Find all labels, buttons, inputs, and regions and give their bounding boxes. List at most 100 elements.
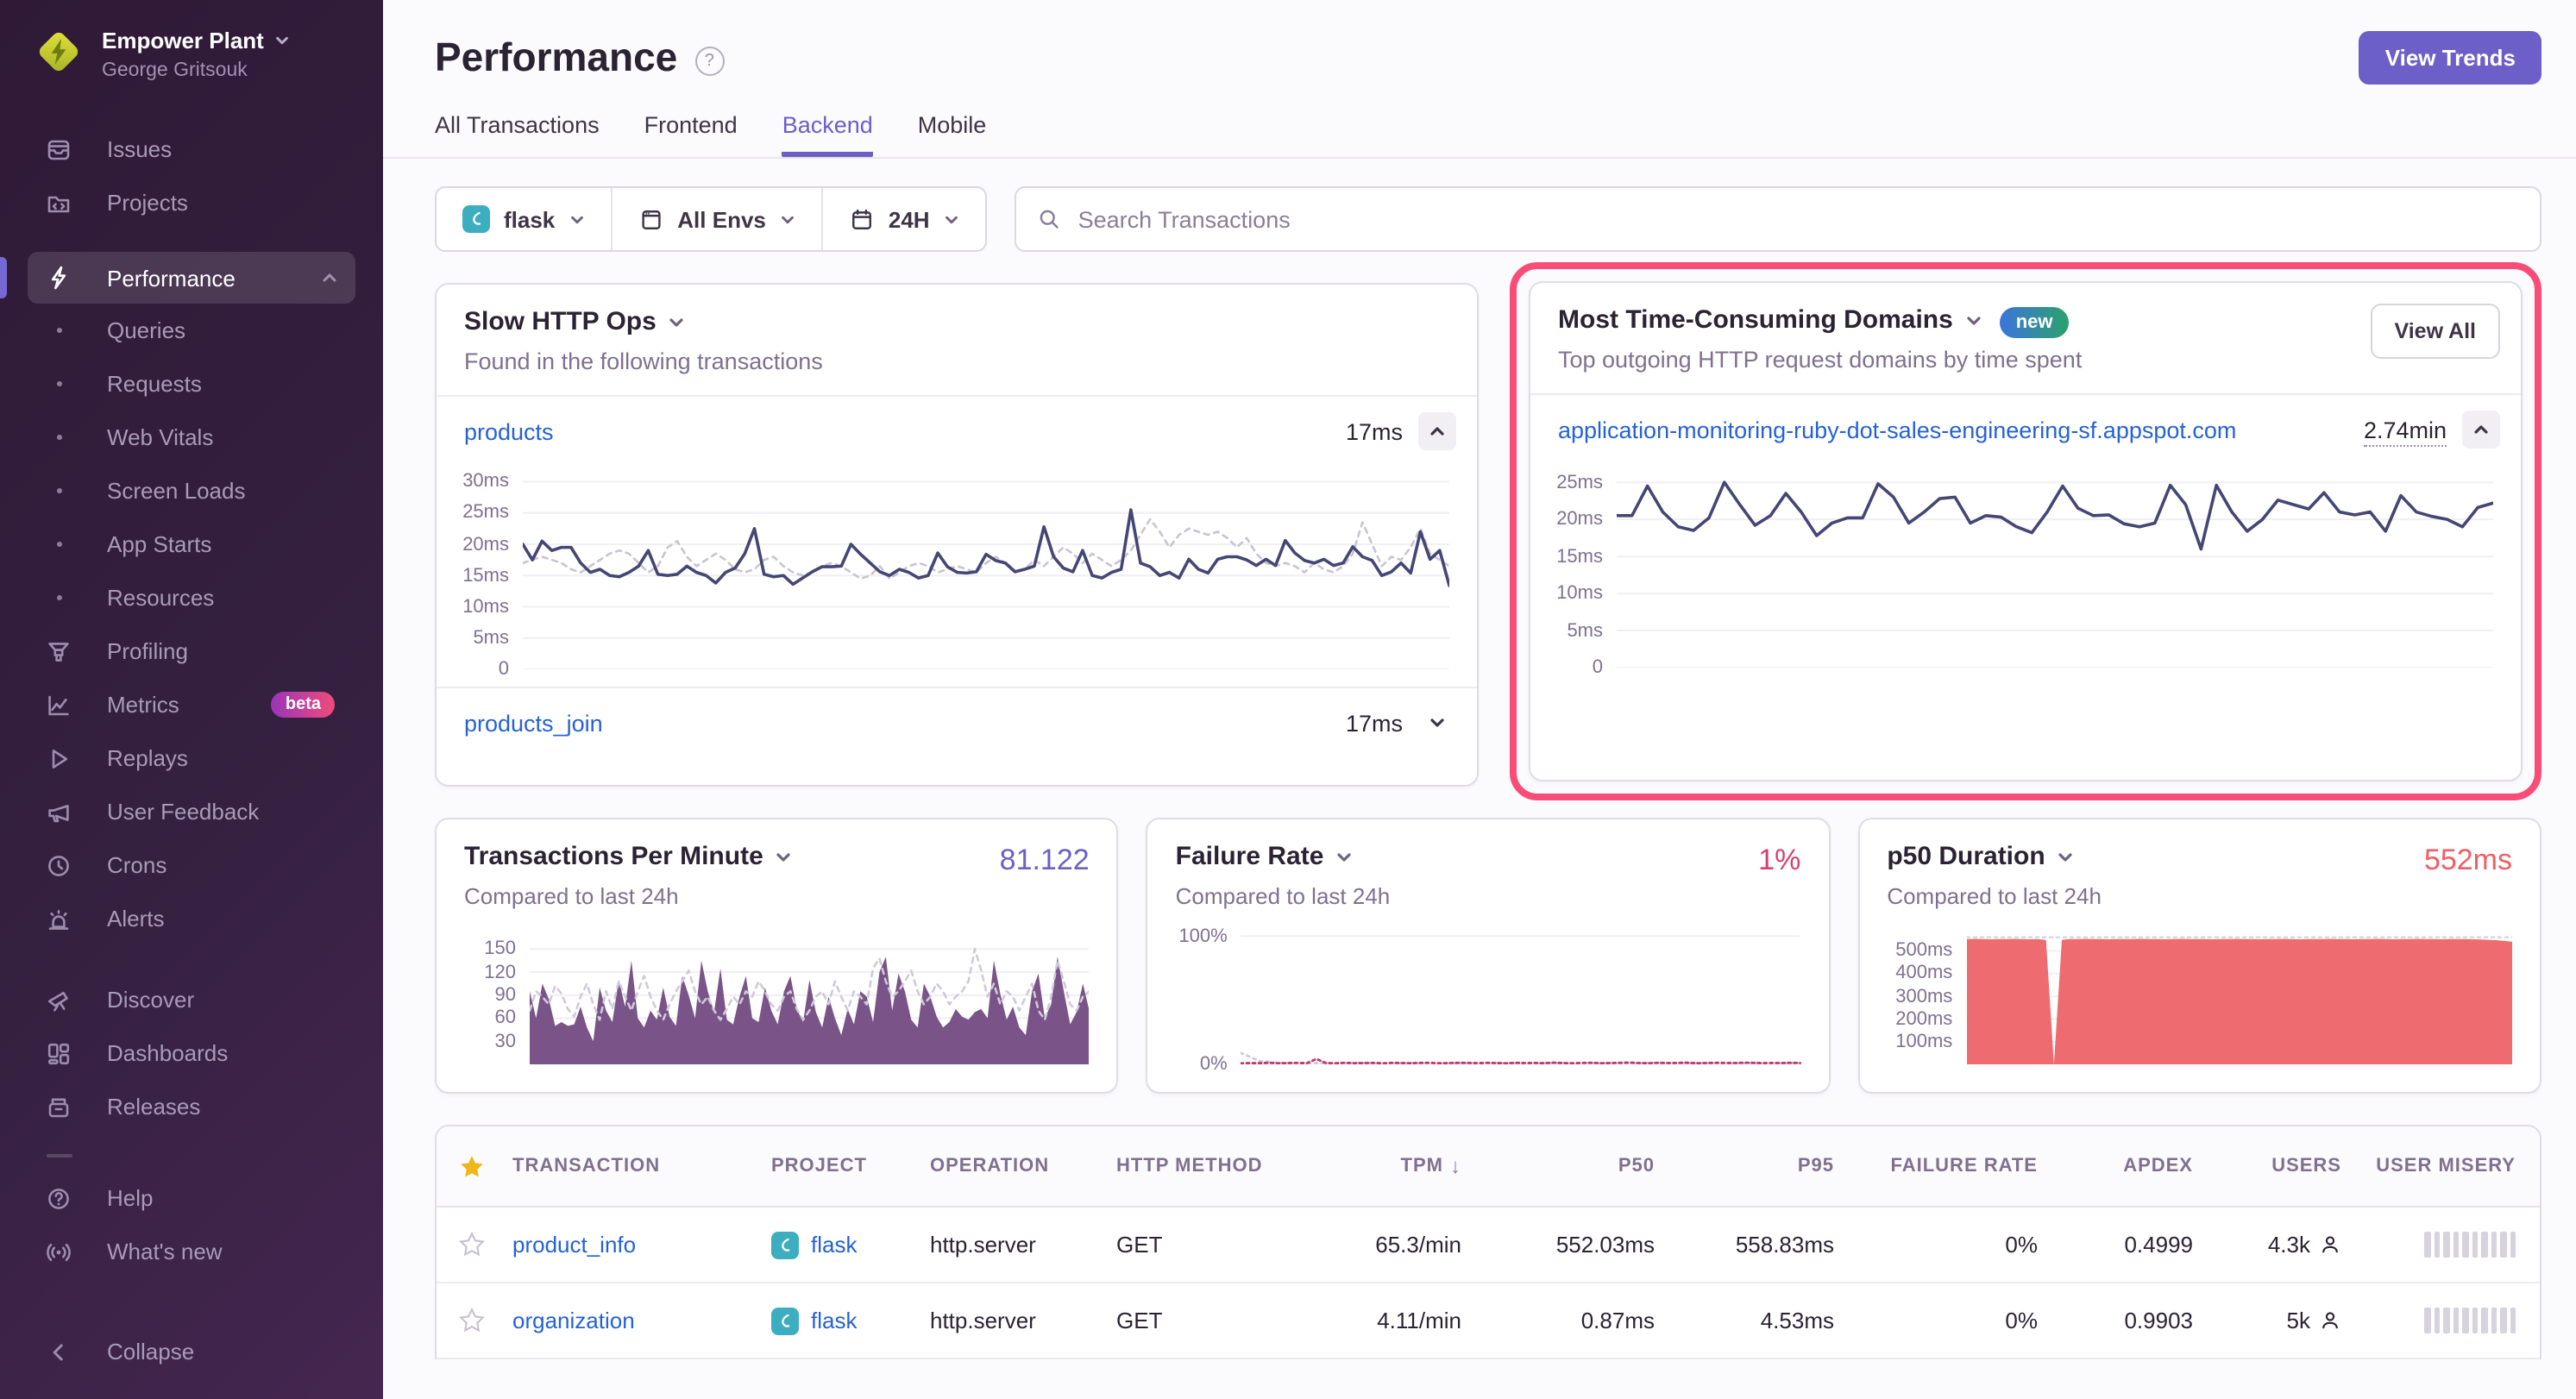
profiling-icon: [45, 637, 72, 665]
failure-rate-title-dropdown[interactable]: Failure Rate: [1176, 842, 1354, 871]
column-header-transaction[interactable]: TRANSACTION: [506, 1156, 764, 1176]
favorite-star-button[interactable]: [437, 1308, 506, 1333]
sidebar-item-label: Queries: [107, 317, 185, 343]
project-cell[interactable]: flask: [764, 1231, 923, 1258]
transaction-link[interactable]: organization: [506, 1308, 764, 1333]
expand-row-button[interactable]: [1418, 704, 1456, 742]
domains-title-dropdown[interactable]: Most Time-Consuming Domains: [1558, 305, 1982, 335]
column-header-p95[interactable]: P95: [1662, 1156, 1841, 1176]
card-title-text: p50 Duration: [1887, 842, 2045, 871]
sidebar-item-dashboards[interactable]: Dashboards: [0, 1026, 383, 1080]
key-transactions-star-icon[interactable]: [437, 1153, 506, 1179]
sidebar-item-crons[interactable]: Crons: [0, 838, 383, 892]
sidebar-item-requests[interactable]: Requests: [0, 357, 383, 411]
tab-frontend[interactable]: Frontend: [644, 112, 738, 157]
bullet-icon: [57, 542, 62, 547]
view-trends-button[interactable]: View Trends: [2359, 31, 2541, 85]
tpm-title-dropdown[interactable]: Transactions Per Minute: [464, 842, 793, 871]
bullet-icon: [57, 595, 62, 600]
sidebar-item-releases[interactable]: Releases: [0, 1080, 383, 1133]
domain-link[interactable]: application-monitoring-ruby-dot-sales-en…: [1558, 417, 2364, 442]
sidebar-item-alerts[interactable]: Alerts: [0, 892, 383, 945]
releases-icon: [45, 1093, 72, 1120]
view-all-button[interactable]: View All: [2371, 304, 2501, 359]
sidebar-item-screen-loads[interactable]: Screen Loads: [0, 464, 383, 518]
help-icon: [45, 1184, 72, 1212]
telescope-icon: [45, 986, 72, 1013]
sort-desc-arrow-icon: ↓: [1450, 1154, 1461, 1178]
column-header-project[interactable]: PROJECT: [764, 1156, 923, 1176]
column-header-operation[interactable]: OPERATION: [923, 1156, 1109, 1176]
transaction-link-products[interactable]: products: [464, 418, 1346, 444]
p50-title-dropdown[interactable]: p50 Duration: [1887, 842, 2074, 871]
chevron-down-icon: [2058, 848, 2075, 865]
broadcast-icon: [45, 1238, 72, 1265]
p50-cell: 0.87ms: [1468, 1308, 1662, 1333]
time-range-dropdown[interactable]: 24H: [821, 188, 985, 250]
sidebar-item-whats-new[interactable]: What's new: [0, 1225, 383, 1278]
sidebar-item-profiling[interactable]: Profiling: [0, 624, 383, 678]
chevron-down-icon: [1429, 714, 1446, 731]
siren-icon: [45, 905, 72, 932]
sidebar-item-label: Requests: [107, 371, 202, 397]
domain-time-spent: 2.74min: [2364, 417, 2447, 446]
sidebar-collapse-button[interactable]: Collapse: [0, 1325, 383, 1378]
sidebar-item-label: Screen Loads: [107, 478, 245, 504]
sidebar-item-performance[interactable]: Performance: [28, 252, 355, 304]
active-accent-bar: [0, 257, 7, 298]
tab-backend[interactable]: Backend: [782, 112, 873, 157]
metrics-icon: [45, 691, 72, 718]
table-row: product_info flask http.server GET 65.3/…: [437, 1208, 2540, 1283]
p95-cell: 558.83ms: [1662, 1232, 1841, 1258]
users-count: 4.3k: [2268, 1232, 2310, 1258]
sidebar-item-metrics[interactable]: Metrics beta: [0, 678, 383, 731]
tab-mobile[interactable]: Mobile: [918, 112, 987, 157]
users-count: 5k: [2287, 1308, 2310, 1333]
sidebar-item-projects[interactable]: Projects: [0, 176, 383, 229]
tab-all-transactions[interactable]: All Transactions: [435, 112, 600, 157]
megaphone-icon: [45, 798, 72, 825]
failure-rate-value: 1%: [1758, 844, 1800, 878]
project-filter-dropdown[interactable]: flask: [437, 188, 610, 250]
main-content: Performance ? View Trends All Transactio…: [383, 0, 2576, 1399]
p50-cell: 552.03ms: [1468, 1232, 1662, 1258]
sidebar-item-web-vitals[interactable]: Web Vitals: [0, 411, 383, 464]
favorite-star-button[interactable]: [437, 1232, 506, 1258]
failure-rate-cell: 0%: [1841, 1308, 2045, 1333]
env-filter-dropdown[interactable]: All Envs: [610, 188, 821, 250]
transaction-link-products-join[interactable]: products_join: [464, 710, 1346, 736]
help-tooltip-icon[interactable]: ?: [694, 47, 724, 76]
column-header-users[interactable]: USERS: [2200, 1156, 2348, 1176]
column-header-user-misery[interactable]: USER MISERY: [2348, 1156, 2540, 1176]
column-header-http-method[interactable]: HTTP METHOD: [1109, 1156, 1303, 1176]
replays-icon: [45, 744, 72, 772]
column-header-tpm-sorted[interactable]: TPM ↓: [1303, 1154, 1468, 1178]
sidebar-item-discover[interactable]: Discover: [0, 973, 383, 1026]
sidebar-item-issues[interactable]: Issues: [0, 122, 383, 176]
operation-cell: http.server: [923, 1232, 1109, 1258]
flask-project-icon: [771, 1231, 799, 1258]
table-header-row: TRANSACTION PROJECT OPERATION HTTP METHO…: [437, 1126, 2540, 1208]
slow-http-ops-title-dropdown[interactable]: Slow HTTP Ops: [464, 307, 686, 336]
collapse-row-button[interactable]: [2462, 411, 2500, 449]
collapse-row-button[interactable]: [1418, 412, 1456, 450]
org-header[interactable]: Empower Plant George Gritsouk: [0, 0, 383, 85]
users-cell: 4.3k: [2200, 1232, 2348, 1258]
column-header-apdex[interactable]: APDEX: [2045, 1156, 2200, 1176]
transaction-link[interactable]: product_info: [506, 1232, 764, 1258]
project-cell[interactable]: flask: [764, 1307, 923, 1334]
chevron-down-icon: [669, 313, 686, 330]
dashboards-icon: [45, 1039, 72, 1067]
sidebar-item-resources[interactable]: Resources: [0, 571, 383, 624]
sidebar-item-queries[interactable]: Queries: [0, 304, 383, 357]
search-input[interactable]: [1016, 188, 2540, 250]
sidebar-item-replays[interactable]: Replays: [0, 731, 383, 785]
sidebar-item-help[interactable]: Help: [0, 1171, 383, 1225]
sidebar-item-user-feedback[interactable]: User Feedback: [0, 785, 383, 838]
card-title-text: Transactions Per Minute: [464, 842, 763, 871]
sidebar-item-app-starts[interactable]: App Starts: [0, 518, 383, 571]
org-logo: [35, 28, 83, 76]
y-axis-labels: 100%0%: [1176, 930, 1241, 1064]
column-header-failure-rate[interactable]: FAILURE RATE: [1841, 1156, 2045, 1176]
column-header-p50[interactable]: P50: [1468, 1156, 1662, 1176]
